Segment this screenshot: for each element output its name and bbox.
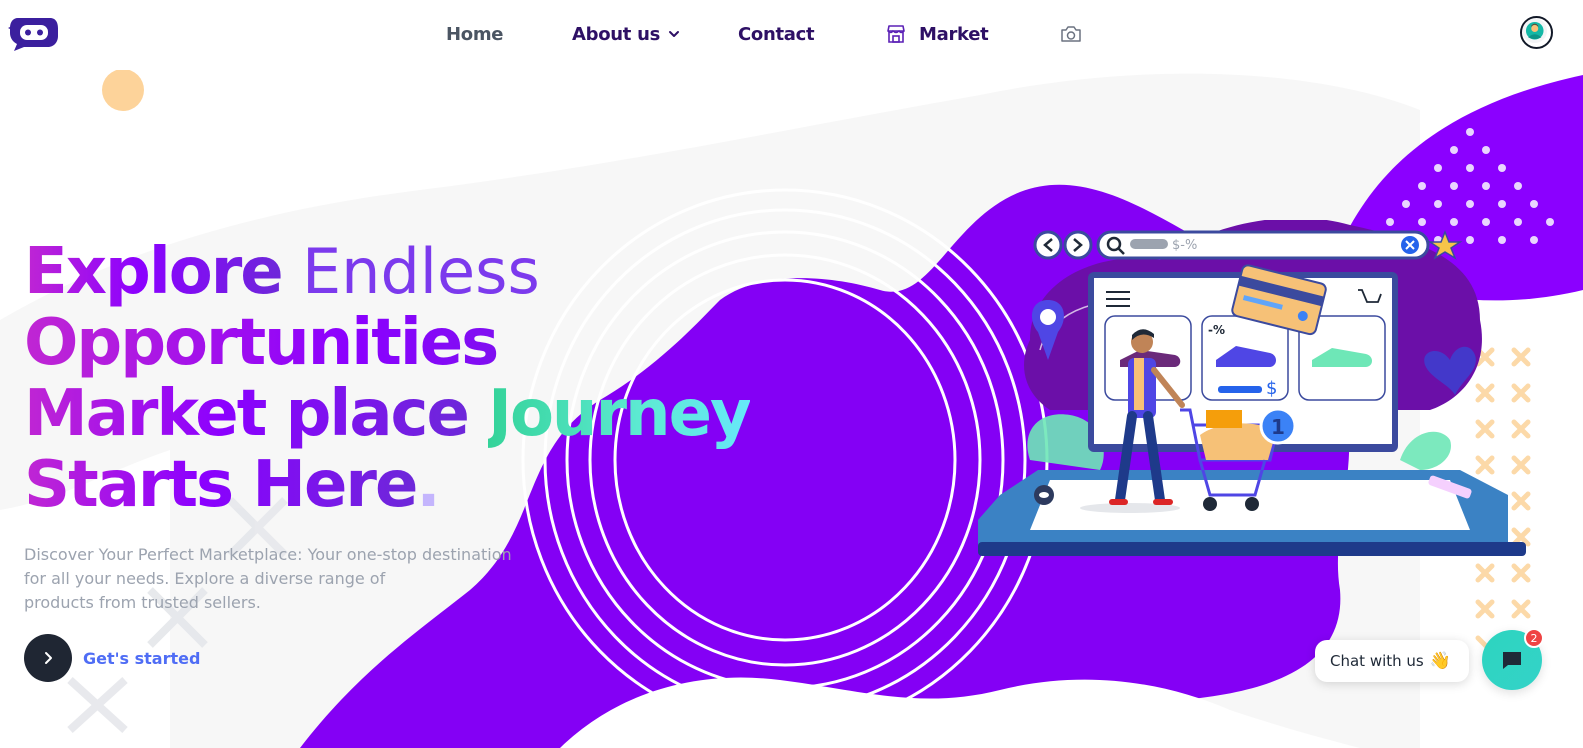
- headline-market-place: Market place: [24, 377, 470, 451]
- headline-starts-here: Starts Here: [24, 448, 418, 522]
- nav-contact-label: Contact: [738, 23, 815, 45]
- hero-description-line-2: for all your needs. Explore a diverse ra…: [24, 569, 386, 588]
- get-started-circle[interactable]: [24, 634, 72, 682]
- headline-period: .: [416, 448, 440, 522]
- cart-count: 1: [1271, 415, 1285, 439]
- get-started-button[interactable]: Get's started: [24, 634, 200, 682]
- chat-with-us-prompt[interactable]: Chat with us 👋: [1315, 640, 1469, 682]
- nav-link-about-us[interactable]: About us: [572, 24, 738, 45]
- hero-headline: Explore Endless Opportunities Market pla…: [24, 236, 752, 521]
- headline-line-1: Explore Endless: [24, 236, 750, 308]
- camera-icon[interactable]: [1059, 23, 1083, 45]
- waving-hand-icon: 👋: [1429, 651, 1451, 671]
- headline-line-4: Starts Here.: [24, 450, 750, 521]
- chat-bubble-icon: [1503, 652, 1521, 669]
- headline-explore: Explore: [24, 235, 284, 309]
- nav-about-label: About us: [572, 23, 660, 45]
- nav-home-label: Home: [446, 23, 504, 45]
- hero-description: Discover Your Perfect Marketplace: Your …: [24, 543, 514, 615]
- headline-journey: Journey: [488, 377, 752, 451]
- shopping-illustration: $-% -% $ 1: [978, 220, 1526, 556]
- nav-market-label: Market: [919, 23, 989, 45]
- headline-line-3: Market place Journey: [24, 377, 752, 451]
- price-symbol: $: [1266, 378, 1277, 399]
- search-text: $-%: [1172, 238, 1197, 253]
- headline-endless: Endless: [301, 235, 540, 308]
- headline-line-2: Opportunities: [24, 308, 750, 379]
- nav-link-market[interactable]: Market: [885, 23, 1059, 45]
- user-avatar-icon: [1522, 18, 1548, 44]
- user-avatar[interactable]: [1520, 16, 1553, 49]
- get-started-label[interactable]: Get's started: [83, 649, 200, 668]
- nav-link-home[interactable]: Home: [446, 24, 572, 45]
- top-navigation: Home About us Contact Market: [0, 0, 1583, 70]
- store-icon: [887, 25, 905, 43]
- logo-icon[interactable]: [8, 14, 60, 52]
- hero-description-line-1: Discover Your Perfect Marketplace: Your …: [24, 545, 512, 564]
- chat-unread-badge: 2: [1524, 628, 1544, 648]
- chevron-down-icon: [669, 31, 679, 37]
- chevron-right-icon: [45, 652, 52, 664]
- discount-label: -%: [1208, 323, 1225, 337]
- nav-link-contact[interactable]: Contact: [738, 24, 885, 45]
- hero-description-line-3: products from trusted sellers.: [24, 593, 261, 612]
- nav-menu: Home About us Contact Market: [446, 20, 1083, 48]
- chat-with-us-label: Chat with us: [1330, 652, 1424, 670]
